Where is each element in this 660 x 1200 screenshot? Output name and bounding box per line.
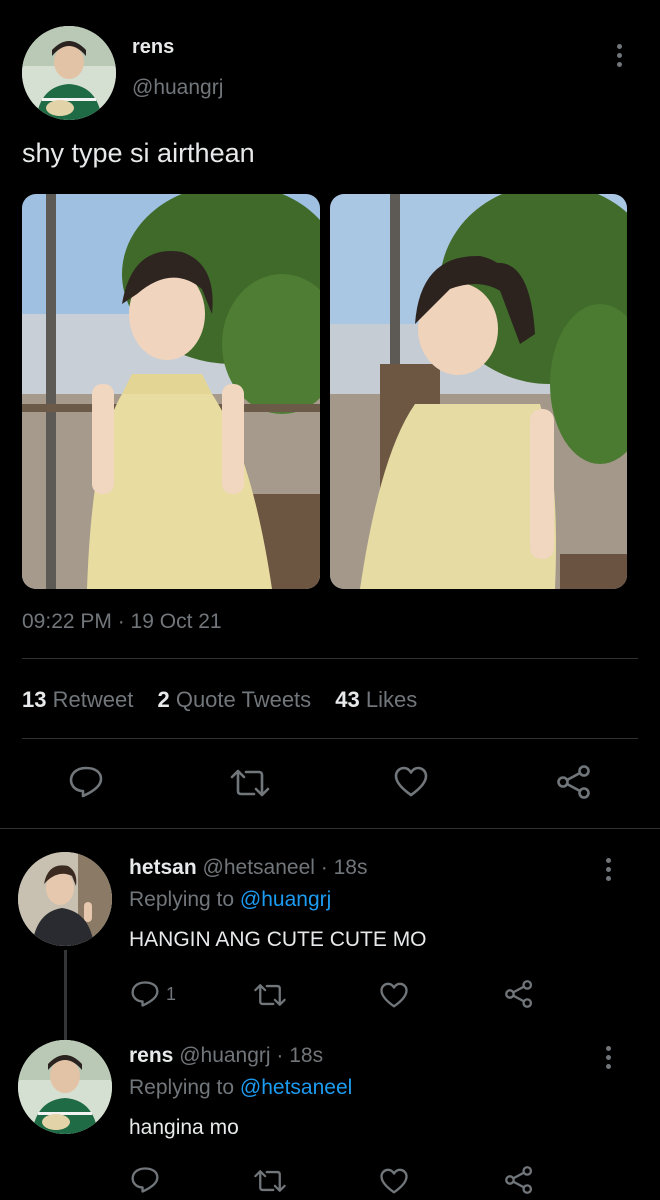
reply-display-name[interactable]: hetsan bbox=[129, 856, 197, 879]
tweet-stats: 13 Retweet 2 Quote Tweets 43 Likes bbox=[22, 687, 417, 713]
tweet-photo-1[interactable] bbox=[22, 194, 320, 589]
retweets-count: 13 bbox=[22, 687, 47, 712]
divider bbox=[0, 828, 660, 829]
reply-text: hangina mo bbox=[129, 1116, 239, 1139]
reply-header: rens @huangrj · 18s bbox=[129, 1044, 323, 1068]
reply-icon[interactable]: 1 bbox=[130, 980, 176, 1008]
quotes-count: 2 bbox=[157, 687, 170, 712]
reply-avatar[interactable] bbox=[18, 852, 112, 946]
more-options-icon[interactable] bbox=[617, 44, 622, 67]
thread-line bbox=[64, 950, 67, 1040]
author-handle[interactable]: @huangrj bbox=[132, 76, 223, 100]
replying-to-prefix: Replying to bbox=[129, 1076, 235, 1099]
divider bbox=[22, 658, 638, 659]
tweet-photo-2[interactable] bbox=[330, 194, 627, 589]
reply-time[interactable]: · 18s bbox=[321, 856, 368, 879]
more-options-icon[interactable] bbox=[606, 858, 611, 881]
author-avatar[interactable] bbox=[22, 26, 116, 120]
replying-to-handle[interactable]: @hetsaneel bbox=[240, 1076, 352, 1099]
share-icon[interactable] bbox=[504, 1166, 534, 1194]
like-icon[interactable] bbox=[393, 766, 429, 798]
quotes-stat[interactable]: 2 Quote Tweets bbox=[157, 687, 317, 712]
tweet-text: shy type si airthean bbox=[22, 138, 255, 168]
like-icon[interactable] bbox=[379, 1168, 409, 1195]
more-options-icon[interactable] bbox=[606, 1046, 611, 1069]
likes-count: 43 bbox=[335, 687, 360, 712]
author-display-name[interactable]: rens bbox=[132, 36, 174, 59]
share-icon[interactable] bbox=[504, 980, 534, 1008]
quotes-label: Quote Tweets bbox=[175, 687, 312, 712]
retweet-icon[interactable] bbox=[228, 767, 272, 799]
like-icon[interactable] bbox=[379, 982, 409, 1009]
share-icon[interactable] bbox=[556, 765, 592, 799]
reply-handle[interactable]: @huangrj bbox=[179, 1044, 270, 1067]
reply-count: 1 bbox=[166, 983, 177, 1004]
reply-display-name[interactable]: rens bbox=[129, 1044, 173, 1067]
replying-to-prefix: Replying to bbox=[129, 888, 235, 911]
reply-time[interactable]: · 18s bbox=[276, 1044, 323, 1067]
replying-to: Replying to @huangrj bbox=[129, 888, 331, 912]
tweet-timestamp[interactable]: 09:22 PM · 19 Oct 21 bbox=[22, 610, 222, 634]
retweets-stat[interactable]: 13 Retweet bbox=[22, 687, 139, 712]
reply-icon[interactable] bbox=[130, 1166, 160, 1194]
likes-label: Likes bbox=[365, 687, 418, 712]
reply-icon[interactable] bbox=[68, 765, 104, 799]
reply-avatar[interactable] bbox=[18, 1040, 112, 1134]
divider bbox=[22, 738, 638, 739]
retweet-icon[interactable] bbox=[252, 982, 288, 1008]
reply-text: HANGIN ANG CUTE CUTE MO bbox=[129, 928, 427, 951]
reply-handle[interactable]: @hetsaneel bbox=[203, 856, 315, 879]
replying-to: Replying to @hetsaneel bbox=[129, 1076, 352, 1100]
replying-to-handle[interactable]: @huangrj bbox=[240, 888, 331, 911]
retweets-label: Retweet bbox=[52, 687, 134, 712]
reply-header: hetsan @hetsaneel · 18s bbox=[129, 856, 367, 880]
likes-stat[interactable]: 43 Likes bbox=[335, 687, 417, 712]
retweet-icon[interactable] bbox=[252, 1168, 288, 1194]
